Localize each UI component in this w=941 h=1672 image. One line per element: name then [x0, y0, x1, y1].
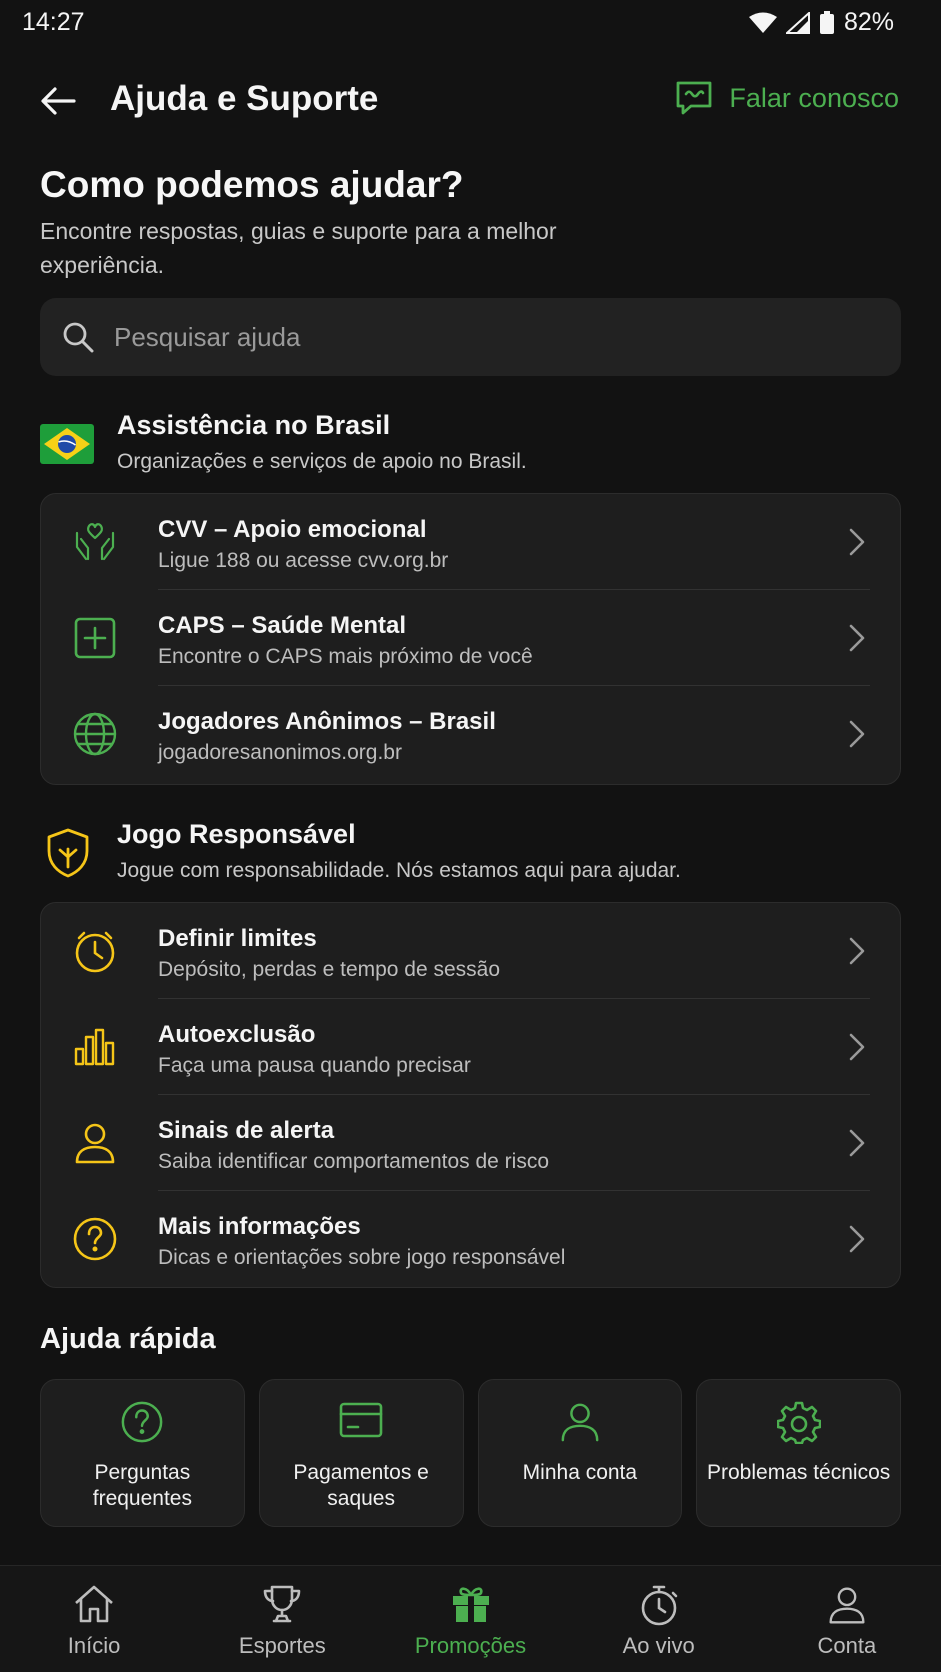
nav-label: Promoções [414, 1633, 527, 1658]
section-subtitle: Organizações e serviços de apoio no Bras… [117, 450, 527, 473]
medical-cross-icon [71, 614, 119, 662]
gift-icon [452, 1587, 489, 1622]
list-item-subtitle: Dicas e orientações sobre jogo responsáv… [158, 1246, 566, 1269]
list-item-subtitle: Faça uma pausa quando precisar [158, 1054, 471, 1077]
list-item-subtitle: Depósito, perdas e tempo de sessão [158, 958, 501, 981]
quick-tile-payments[interactable]: Pagamentos e saques [258, 1379, 464, 1527]
chevron-right-icon [842, 1221, 872, 1257]
list-item-self-exclusion[interactable]: Autoexclusão Faça uma pausa quando preci… [41, 999, 900, 1095]
stopwatch-icon [641, 1585, 678, 1626]
hands-heart-icon [71, 518, 119, 566]
battery-icon [819, 10, 835, 35]
quick-help-grid: Perguntas frequentes Pagamentos e saques… [40, 1379, 901, 1527]
trophy-icon [263, 1585, 301, 1623]
shield-icon [47, 828, 89, 878]
help-support-screen: 14:27 82% Ajuda e Suporte Falar conosco [0, 0, 941, 1672]
chevron-right-icon [842, 620, 872, 656]
chevron-right-icon [842, 524, 872, 560]
home-icon [75, 1585, 113, 1623]
back-button[interactable] [30, 78, 86, 124]
bar-chart-icon [71, 1023, 119, 1071]
section-title: Jogo Responsável [117, 819, 356, 849]
wifi-icon [748, 12, 777, 34]
list-item-title: Jogadores Anônimos – Brasil [158, 708, 496, 735]
arrow-left-icon [41, 87, 76, 115]
list-item-subtitle: jogadoresanonimos.org.br [158, 741, 402, 764]
question-circle-icon [122, 1401, 163, 1443]
quick-tile-label: Problemas técnicos [707, 1461, 891, 1484]
list-item-caps[interactable]: CAPS – Saúde Mental Encontre o CAPS mais… [41, 590, 900, 686]
headline-subtitle: Encontre respostas, guias e suporte para… [40, 218, 557, 278]
quick-tile-faq[interactable]: Perguntas frequentes [40, 1379, 245, 1527]
list-item-title: Definir limites [158, 925, 317, 952]
quick-tile-account[interactable]: Minha conta [477, 1379, 683, 1527]
section-title: Assistência no Brasil [117, 410, 391, 440]
list-item-subtitle: Encontre o CAPS mais próximo de você [158, 645, 533, 668]
chevron-right-icon [842, 716, 872, 752]
quick-tile-technical[interactable]: Problemas técnicos [696, 1379, 901, 1527]
chat-bubble-icon [677, 81, 712, 115]
nav-item-live[interactable]: Ao vivo [565, 1566, 753, 1672]
list-item-more-info[interactable]: Mais informações Dicas e orientações sob… [41, 1191, 900, 1287]
responsible-gaming-list: Definir limites Depósito, perdas e tempo… [40, 902, 901, 1288]
nav-item-promotions[interactable]: Promoções [376, 1566, 564, 1672]
battery-percentage: 82% [843, 8, 894, 36]
list-item-set-limits[interactable]: Definir limites Depósito, perdas e tempo… [41, 903, 900, 999]
globe-icon [71, 710, 119, 758]
nav-item-home[interactable]: Início [0, 1566, 188, 1672]
brazil-section-header: Assistência no Brasil Organizações e ser… [40, 410, 901, 490]
nav-label: Ao vivo [622, 1633, 695, 1658]
nav-item-account[interactable]: Conta [753, 1566, 941, 1672]
app-bar: Ajuda e Suporte Falar conosco [0, 60, 941, 144]
list-item-title: CVV – Apoio emocional [158, 516, 427, 543]
chevron-right-icon [842, 1125, 872, 1161]
quick-tile-label: Minha conta [522, 1461, 638, 1484]
list-item-title: CAPS – Saúde Mental [158, 612, 407, 639]
contact-us-button[interactable]: Falar conosco [675, 80, 899, 116]
list-item-title: Autoexclusão [158, 1021, 316, 1048]
chevron-right-icon [842, 933, 872, 969]
brazil-flag-icon [40, 424, 94, 464]
credit-card-icon [339, 1402, 383, 1438]
list-item-jogadores-anonimos[interactable]: Jogadores Anônimos – Brasil jogadoresano… [41, 686, 900, 782]
user-icon [829, 1587, 865, 1624]
timer-icon [71, 927, 119, 975]
status-bar: 14:27 82% [0, 0, 941, 48]
list-item-subtitle: Ligue 188 ou acesse cvv.org.br [158, 549, 449, 572]
list-item-subtitle: Saiba identificar comportamentos de risc… [158, 1150, 550, 1173]
user-icon [561, 1403, 599, 1442]
bottom-navigation: Início Esportes Promoções Ao vivo Conta [0, 1565, 941, 1672]
signal-icon [785, 11, 810, 34]
section-subtitle: Jogue com responsabilidade. Nós estamos … [117, 859, 681, 882]
user-icon [71, 1119, 119, 1167]
gear-icon [776, 1401, 821, 1444]
brazil-support-list: CVV – Apoio emocional Ligue 188 ou acess… [40, 493, 901, 785]
nav-label: Esportes [238, 1633, 326, 1658]
status-time: 14:27 [22, 8, 85, 36]
status-indicators: 82% [748, 8, 894, 37]
responsible-section-header: Jogo Responsável Jogue com responsabilid… [40, 819, 901, 899]
page-title: Ajuda e Suporte [110, 79, 379, 118]
nav-label: Conta [817, 1633, 877, 1658]
search-input[interactable] [114, 321, 814, 353]
contact-us-label: Falar conosco [729, 82, 899, 113]
quick-tile-label: Perguntas frequentes [92, 1461, 192, 1510]
quick-tile-label: Pagamentos e saques [293, 1461, 429, 1510]
search-icon [63, 322, 94, 353]
nav-label: Início [67, 1633, 121, 1658]
nav-item-sports[interactable]: Esportes [188, 1566, 376, 1672]
question-circle-icon [71, 1215, 119, 1263]
headline: Como podemos ajudar? [40, 164, 464, 205]
list-item-title: Mais informações [158, 1213, 361, 1240]
list-item-cvv[interactable]: CVV – Apoio emocional Ligue 188 ou acess… [41, 494, 900, 590]
list-item-warning-signs[interactable]: Sinais de alerta Saiba identificar compo… [41, 1095, 900, 1191]
quick-help-title: Ajuda rápida [40, 1323, 216, 1355]
search-bar[interactable] [40, 298, 901, 376]
chevron-right-icon [842, 1029, 872, 1065]
list-item-title: Sinais de alerta [158, 1117, 335, 1144]
